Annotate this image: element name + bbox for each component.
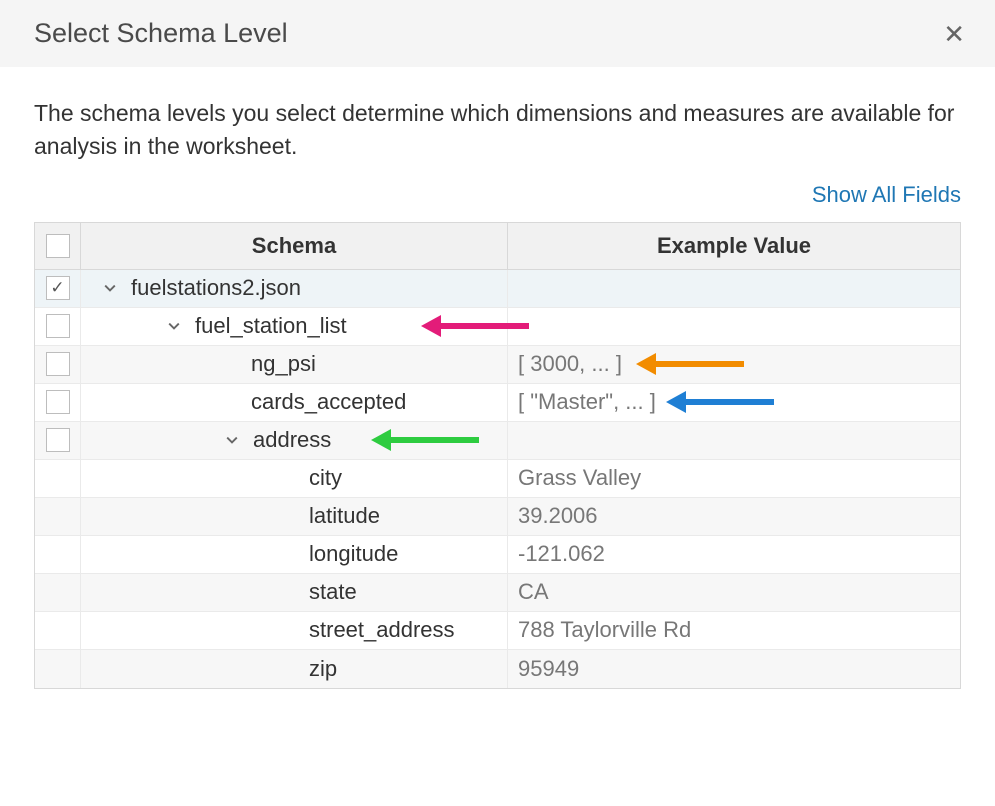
chevron-down-icon[interactable] — [103, 281, 117, 295]
schema-row[interactable]: longitude -121.062 — [35, 536, 960, 574]
select-schema-dialog: Select Schema Level ✕ The schema levels … — [0, 0, 995, 709]
schema-row[interactable]: fuelstations2.json — [35, 270, 960, 308]
example-value: 788 Taylorville Rd — [518, 617, 691, 643]
dialog-body: The schema levels you select determine w… — [0, 67, 995, 709]
schema-label: latitude — [309, 503, 380, 529]
schema-grid: Schema Example Value fuelstations2.json — [34, 222, 961, 689]
schema-label: address — [253, 427, 331, 453]
dialog-titlebar: Select Schema Level ✕ — [0, 0, 995, 67]
schema-row[interactable]: cards_accepted [ "Master", ... ] — [35, 384, 960, 422]
example-value: [ 3000, ... ] — [518, 351, 622, 377]
schema-row[interactable]: latitude 39.2006 — [35, 498, 960, 536]
schema-row[interactable]: street_address 788 Taylorville Rd — [35, 612, 960, 650]
schema-row[interactable]: zip 95949 — [35, 650, 960, 688]
link-row: Show All Fields — [34, 182, 961, 208]
show-all-fields-link[interactable]: Show All Fields — [812, 182, 961, 207]
close-icon[interactable]: ✕ — [943, 21, 965, 47]
dialog-title: Select Schema Level — [34, 18, 288, 49]
schema-row[interactable]: state CA — [35, 574, 960, 612]
row-checkbox[interactable] — [46, 352, 70, 376]
row-checkbox[interactable] — [46, 314, 70, 338]
schema-row[interactable]: city Grass Valley — [35, 460, 960, 498]
example-value: -121.062 — [518, 541, 605, 567]
schema-label: fuel_station_list — [195, 313, 347, 339]
row-checkbox[interactable] — [46, 276, 70, 300]
header-checkbox-cell — [35, 223, 81, 269]
dialog-description: The schema levels you select determine w… — [34, 97, 961, 164]
schema-label: fuelstations2.json — [131, 275, 301, 301]
row-checkbox[interactable] — [46, 390, 70, 414]
schema-label: ng_psi — [251, 351, 316, 377]
schema-label: street_address — [309, 617, 455, 643]
header-schema: Schema — [81, 223, 508, 269]
select-all-checkbox[interactable] — [46, 234, 70, 258]
example-value: 39.2006 — [518, 503, 598, 529]
schema-label: cards_accepted — [251, 389, 406, 415]
row-checkbox[interactable] — [46, 428, 70, 452]
grid-header-row: Schema Example Value — [35, 223, 960, 270]
schema-row[interactable]: ng_psi [ 3000, ... ] — [35, 346, 960, 384]
example-value: [ "Master", ... ] — [518, 389, 656, 415]
schema-row[interactable]: address — [35, 422, 960, 460]
annotation-arrow-orange — [636, 353, 744, 375]
example-value: 95949 — [518, 656, 579, 682]
header-example: Example Value — [508, 223, 960, 269]
annotation-arrow-green — [371, 429, 479, 451]
chevron-down-icon[interactable] — [225, 433, 239, 447]
example-value: CA — [518, 579, 549, 605]
annotation-arrow-blue — [666, 391, 774, 413]
chevron-down-icon[interactable] — [167, 319, 181, 333]
example-value: Grass Valley — [518, 465, 641, 491]
schema-label: longitude — [309, 541, 398, 567]
schema-label: zip — [309, 656, 337, 682]
schema-label: state — [309, 579, 357, 605]
schema-row[interactable]: fuel_station_list — [35, 308, 960, 346]
schema-label: city — [309, 465, 342, 491]
